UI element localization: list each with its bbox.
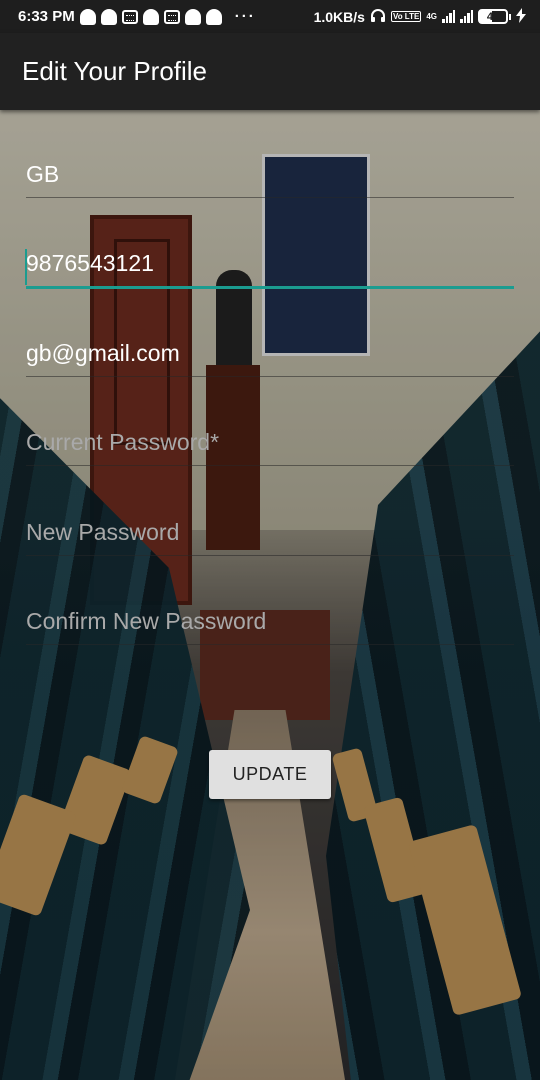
- signal-icon: [442, 10, 455, 23]
- email-underline: [26, 375, 514, 377]
- snapchat-icon: [205, 8, 222, 25]
- signal-icon: [460, 10, 473, 23]
- name-underline: [26, 196, 514, 198]
- update-button[interactable]: UPDATE: [209, 750, 331, 799]
- snapchat-icon: [100, 8, 117, 25]
- new-password-placeholder[interactable]: New Password: [26, 519, 179, 546]
- email-field[interactable]: gb@gmail.com: [26, 289, 514, 379]
- current-password-placeholder[interactable]: Current Password*: [26, 429, 219, 456]
- current-password-underline: [26, 465, 514, 466]
- phone-field[interactable]: 9876543121: [25, 200, 514, 289]
- confirm-password-placeholder[interactable]: Confirm New Password: [26, 608, 266, 635]
- new-password-field[interactable]: New Password: [26, 468, 514, 558]
- snapchat-icon: [184, 8, 201, 25]
- charging-icon: [516, 7, 526, 26]
- message-icon: [163, 9, 180, 24]
- confirm-password-underline: [26, 644, 514, 645]
- profile-form: GB 9876543121 gb@gmail.com Current Passw…: [25, 110, 514, 648]
- new-password-underline: [26, 554, 514, 556]
- confirm-password-field[interactable]: Confirm New Password: [26, 558, 514, 648]
- net-speed: 1.0KB/s: [313, 8, 365, 25]
- status-left: 6:33 PM ···: [18, 8, 256, 25]
- snapchat-icon: [79, 8, 96, 25]
- volte-icon: Vo LTE: [390, 11, 422, 22]
- status-time: 6:33 PM: [18, 8, 75, 25]
- network-type: 4G: [426, 11, 437, 21]
- email-input-value[interactable]: gb@gmail.com: [26, 340, 180, 367]
- status-right: 1.0KB/s Vo LTE 4G 46: [313, 7, 526, 26]
- status-bar: 6:33 PM ··· 1.0KB/s Vo LTE 4G 46: [0, 0, 540, 33]
- battery-icon: 46: [478, 9, 511, 24]
- phone-input-value[interactable]: 9876543121: [26, 250, 154, 277]
- current-password-field[interactable]: Current Password*: [26, 379, 514, 469]
- app-bar: Edit Your Profile: [0, 33, 540, 110]
- name-field[interactable]: GB: [26, 110, 514, 200]
- page-title: Edit Your Profile: [22, 56, 208, 86]
- name-input-value[interactable]: GB: [26, 161, 59, 188]
- message-icon: [121, 9, 138, 24]
- more-notifications-icon: ···: [234, 8, 256, 25]
- headphones-icon: [370, 8, 386, 26]
- snapchat-icon: [142, 8, 159, 25]
- battery-level: 46: [486, 10, 500, 23]
